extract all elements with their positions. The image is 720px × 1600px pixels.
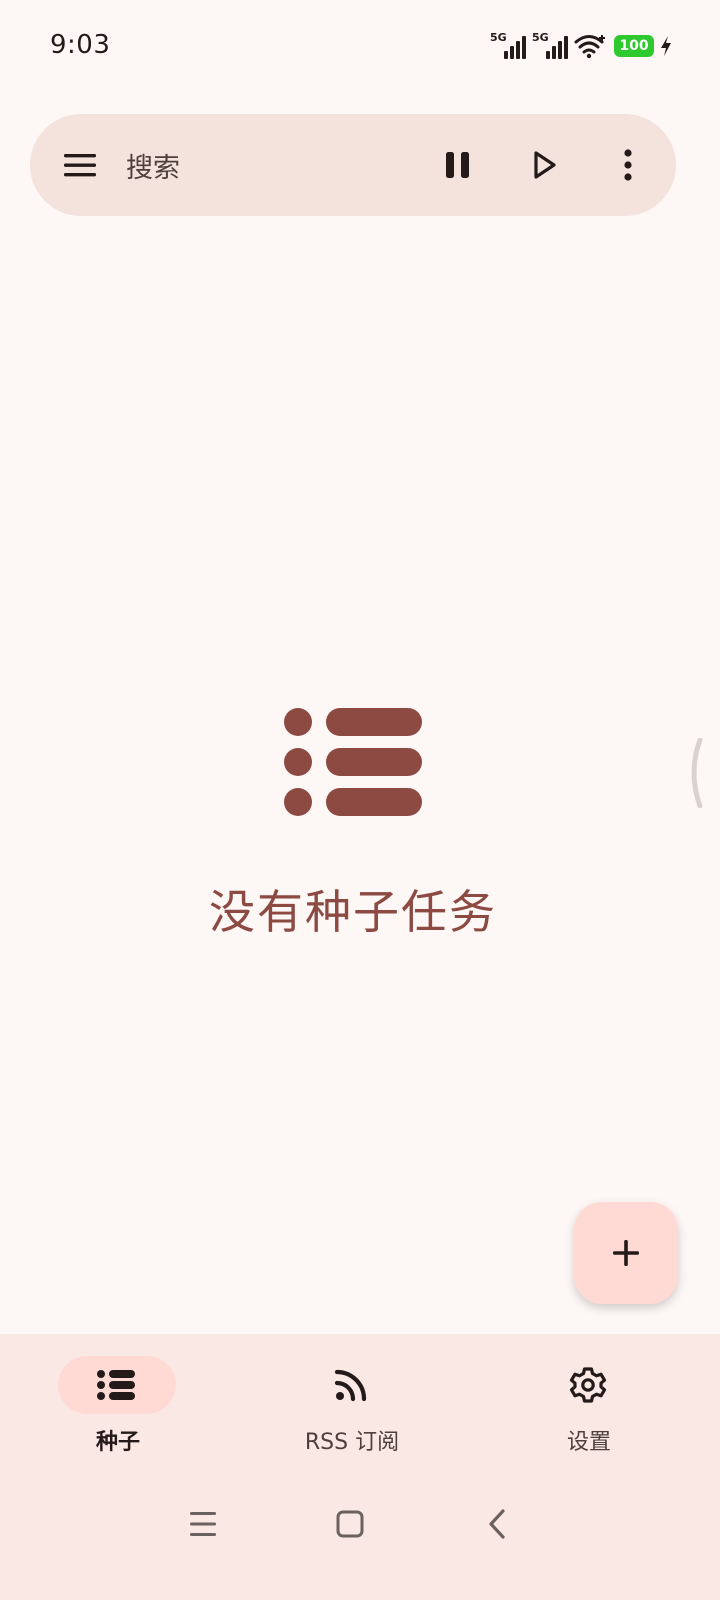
search-bar[interactable]: 搜索 xyxy=(30,114,676,216)
status-bar: 9:03 5G 5G 100 xyxy=(0,0,720,92)
cellular-signal-icon: 5G xyxy=(490,31,526,59)
wifi-icon xyxy=(574,35,605,59)
nav-item-label: RSS 订阅 xyxy=(304,1430,400,1455)
nav-item-label: 设置 xyxy=(566,1430,611,1455)
nav-icon-container xyxy=(292,1356,410,1414)
pause-icon[interactable] xyxy=(434,141,482,189)
gear-icon xyxy=(569,1367,607,1403)
cellular-signal-icon: 5G xyxy=(532,31,568,59)
bottom-navigation: 种子 RSS 订阅 设置 xyxy=(0,1334,720,1600)
recents-icon[interactable] xyxy=(181,1502,225,1546)
app-screen: 9:03 5G 5G 100 搜索 没有种子任务 种子 RSS 订阅 设置 xyxy=(0,0,720,1600)
add-torrent-button[interactable] xyxy=(574,1202,678,1304)
nav-item-label: 种子 xyxy=(95,1430,140,1455)
back-icon[interactable] xyxy=(476,1502,520,1546)
signal-type-label: 5G xyxy=(532,31,549,44)
add-icon xyxy=(613,1240,639,1266)
nav-item-torrents[interactable]: 种子 xyxy=(18,1354,218,1464)
nav-active-indicator xyxy=(58,1356,176,1414)
nav-item-settings[interactable]: 设置 xyxy=(489,1354,689,1464)
list-icon xyxy=(97,1370,135,1400)
edge-swipe-handle[interactable] xyxy=(686,738,706,808)
battery-indicator: 100 xyxy=(614,35,654,57)
nav-icon-container xyxy=(529,1356,647,1414)
rss-icon xyxy=(334,1369,367,1402)
search-input[interactable]: 搜索 xyxy=(126,146,180,185)
nav-item-rss[interactable]: RSS 订阅 xyxy=(252,1354,452,1464)
menu-icon[interactable] xyxy=(60,145,100,185)
status-time: 9:03 xyxy=(50,30,111,60)
home-icon[interactable] xyxy=(328,1502,372,1546)
signal-type-label: 5G xyxy=(490,31,507,44)
more-vert-icon[interactable] xyxy=(604,141,652,189)
charging-icon xyxy=(661,36,671,56)
empty-state-message: 没有种子任务 xyxy=(209,885,497,939)
list-icon xyxy=(284,708,422,816)
play-icon[interactable] xyxy=(520,141,568,189)
status-icons: 5G 5G 100 xyxy=(490,31,672,60)
system-navigation-bar xyxy=(0,1494,720,1554)
